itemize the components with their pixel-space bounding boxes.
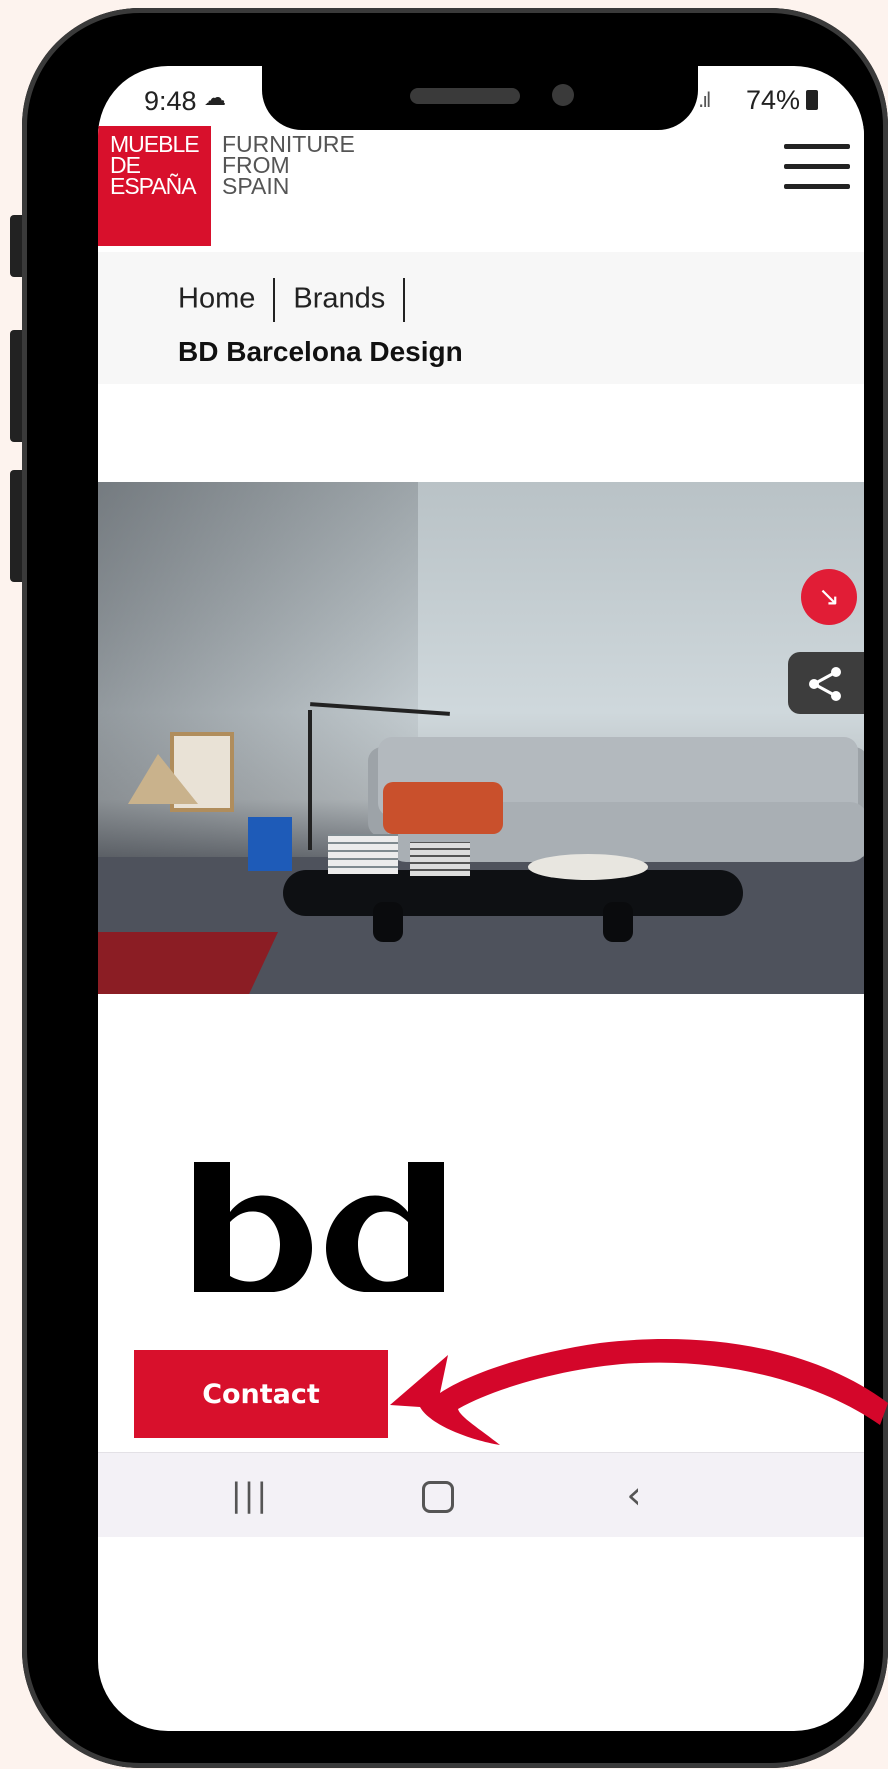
phone-frame: 9:48 ☁ .ıl 74% MUEBLE DE ESPAÑA FURNITUR… xyxy=(22,8,888,1768)
speaker-grill xyxy=(410,88,520,104)
arrow-down-right-icon[interactable]: ↘ xyxy=(801,569,857,625)
front-camera xyxy=(552,84,574,106)
cloud-icon: ☁ xyxy=(204,86,226,111)
red-annotation-arrow-icon xyxy=(390,1339,888,1445)
breadcrumb-links: Home Brands xyxy=(178,278,423,322)
bd-brand-logo xyxy=(194,1162,444,1292)
logo-line: ESPAÑA xyxy=(110,173,197,199)
share-button[interactable] xyxy=(788,652,864,714)
site-header: MUEBLE DE ESPAÑA FURNITURE FROM SPAIN xyxy=(98,126,864,246)
site-tagline: FURNITURE FROM SPAIN xyxy=(222,133,355,199)
tagline-line: SPAIN xyxy=(222,173,290,199)
breadcrumb-divider xyxy=(403,278,406,322)
contact-button[interactable]: Contact xyxy=(134,1350,388,1438)
share-icon xyxy=(809,667,841,701)
breadcrumb-divider xyxy=(273,278,276,322)
breadcrumb: Home Brands BD Barcelona Design xyxy=(98,252,864,384)
hero-image-living-room xyxy=(98,482,864,994)
breadcrumb-current: BD Barcelona Design xyxy=(178,336,463,367)
breadcrumb-home[interactable]: Home xyxy=(178,283,255,315)
status-time: 9:48 xyxy=(144,86,197,116)
site-logo[interactable]: MUEBLE DE ESPAÑA xyxy=(98,126,211,246)
signal-icon: .ıl xyxy=(698,88,712,112)
camera-notch xyxy=(262,66,698,130)
hamburger-menu-icon[interactable] xyxy=(784,144,850,194)
breadcrumb-brands[interactable]: Brands xyxy=(293,283,385,315)
battery-icon xyxy=(806,90,818,110)
battery-percent: 74% xyxy=(746,85,801,115)
recent-apps-icon[interactable]: ||| xyxy=(190,1453,310,1537)
